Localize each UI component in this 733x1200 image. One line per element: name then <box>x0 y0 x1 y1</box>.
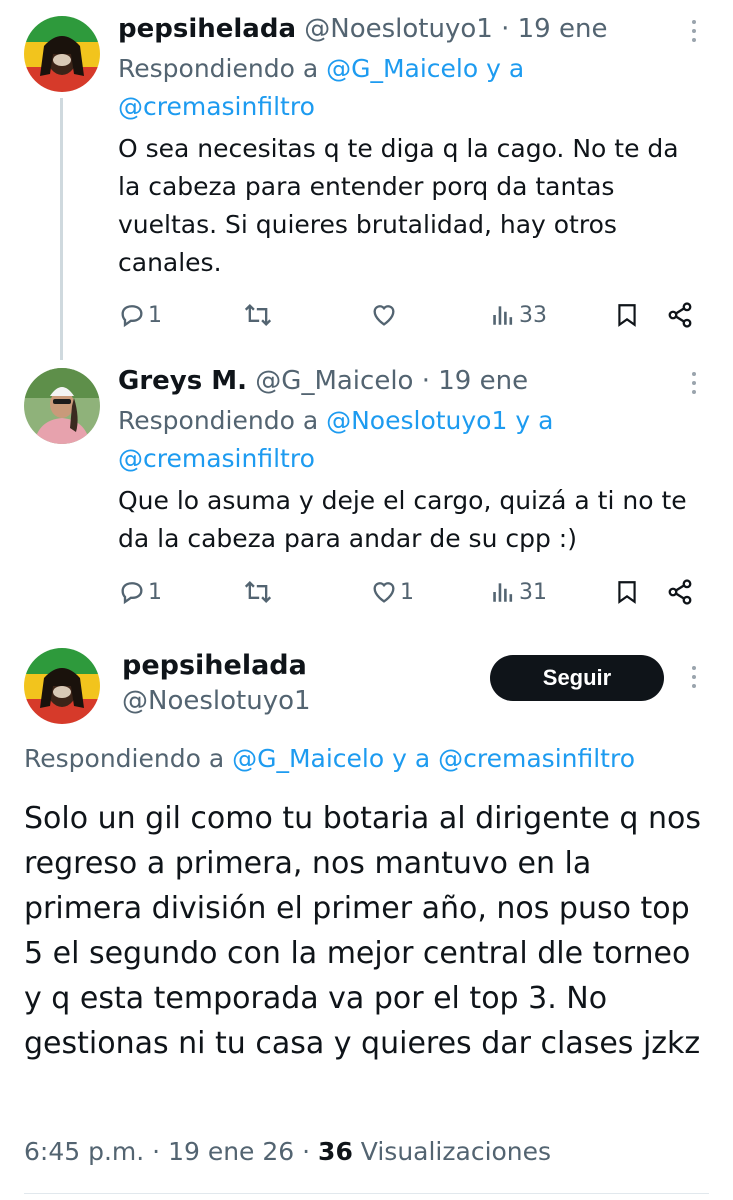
reply-button[interactable]: 1 <box>118 572 162 612</box>
separator-dot: · <box>421 366 430 396</box>
more-icon[interactable] <box>691 20 697 47</box>
author-handle[interactable]: @Noeslotuyo1 <box>304 14 493 44</box>
like-count: 1 <box>400 579 414 605</box>
mention-link[interactable]: @G_Maicelo <box>326 54 478 83</box>
replying-connector: y a <box>392 744 431 773</box>
mention-link[interactable]: @G_Maicelo <box>232 744 384 773</box>
reply-button[interactable]: 1 <box>118 295 162 335</box>
author-name[interactable]: Greys M. <box>118 366 247 396</box>
post-text-line: la cabeza para entender porq da tantas <box>118 172 615 201</box>
replying-to-label: Respondiendo a <box>24 744 225 773</box>
more-icon[interactable] <box>691 372 697 399</box>
replying-to: Respondiendo a @G_Maicelo y a @cremasinf… <box>118 50 708 126</box>
post-time[interactable]: 6:45 p.m. <box>24 1137 144 1166</box>
views-label: Visualizaciones <box>360 1137 552 1166</box>
post-text-line: da la cabeza para andar de su cpp :) <box>118 524 577 553</box>
bookmark-button[interactable] <box>614 572 640 612</box>
post-date[interactable]: 19 ene <box>518 14 608 44</box>
views-button[interactable]: 33 <box>490 295 547 335</box>
mention-link[interactable]: @cremasinfiltro <box>118 92 315 121</box>
like-button[interactable]: 1 <box>370 572 414 612</box>
views-icon <box>493 583 513 602</box>
avatar[interactable] <box>24 16 100 92</box>
views-icon <box>493 306 513 325</box>
follow-button[interactable]: Seguir <box>490 655 664 701</box>
mention-link[interactable]: @Noeslotuyo1 <box>326 406 507 435</box>
like-icon <box>373 582 395 603</box>
author-handle[interactable]: @G_Maicelo <box>255 366 413 396</box>
separator-dot: · <box>302 1137 311 1166</box>
views-button[interactable]: 31 <box>490 572 547 612</box>
divider <box>24 1193 709 1194</box>
post-text: Que lo asuma y deje el cargo, quizá a ti… <box>118 482 718 558</box>
post-text-line: vueltas. Si quieres brutalidad, hay otro… <box>118 210 617 239</box>
more-icon[interactable] <box>691 666 697 693</box>
author-name[interactable]: pepsihelada <box>122 650 307 681</box>
share-button[interactable] <box>666 572 694 612</box>
post-text: Solo un gil como tu botaria al dirigente… <box>24 801 701 1061</box>
like-icon <box>373 305 395 326</box>
view-count: 36 <box>318 1137 353 1166</box>
author-handle[interactable]: @Noeslotuyo1 <box>122 686 311 716</box>
action-bar: 1 33 <box>118 295 708 335</box>
post-date[interactable]: 19 ene 26 <box>168 1137 294 1166</box>
bookmark-button[interactable] <box>614 295 640 335</box>
avatar[interactable] <box>24 368 100 444</box>
like-button[interactable] <box>370 295 398 335</box>
bookmark-icon <box>618 581 636 604</box>
share-icon <box>668 302 692 328</box>
reply-icon <box>121 305 143 328</box>
post-metadata: 6:45 p.m. · 19 ene 26 · 36 Visualizacion… <box>24 1137 551 1166</box>
replying-connector: y a <box>486 54 525 83</box>
post-text: O sea necesitas q te diga q la cago. No … <box>118 130 718 282</box>
action-bar: 1 1 31 <box>118 572 708 612</box>
replying-to-label: Respondiendo a <box>118 54 319 83</box>
view-count: 33 <box>519 302 547 328</box>
replying-to: Respondiendo a @G_Maicelo y a @cremasinf… <box>24 744 635 773</box>
reply-count: 1 <box>148 302 162 328</box>
avatar[interactable] <box>24 648 100 724</box>
reply-icon <box>121 582 143 605</box>
post-date[interactable]: 19 ene <box>438 366 528 396</box>
retweet-button[interactable] <box>242 572 274 612</box>
retweet-icon <box>244 304 272 326</box>
replying-to-label: Respondiendo a <box>118 406 319 435</box>
post-text-line: O sea necesitas q te diga q la cago. No … <box>118 134 679 163</box>
thread-connector-line <box>60 98 63 360</box>
mention-link[interactable]: @cremasinfiltro <box>118 444 315 473</box>
post-text-line: Que lo asuma y deje el cargo, quizá a ti… <box>118 486 687 515</box>
share-button[interactable] <box>666 295 694 335</box>
separator-dot: · <box>152 1137 161 1166</box>
retweet-icon <box>244 581 272 603</box>
bookmark-icon <box>618 304 636 327</box>
retweet-button[interactable] <box>242 295 274 335</box>
reply-count: 1 <box>148 579 162 605</box>
post-text-line: canales. <box>118 248 222 277</box>
replying-connector: y a <box>515 406 554 435</box>
view-count: 31 <box>519 579 547 605</box>
replying-to: Respondiendo a @Noeslotuyo1 y a @cremasi… <box>118 402 708 478</box>
mention-link[interactable]: @cremasinfiltro <box>438 744 635 773</box>
separator-dot: · <box>501 14 510 44</box>
author-name[interactable]: pepsihelada <box>118 14 296 44</box>
share-icon <box>668 579 692 605</box>
